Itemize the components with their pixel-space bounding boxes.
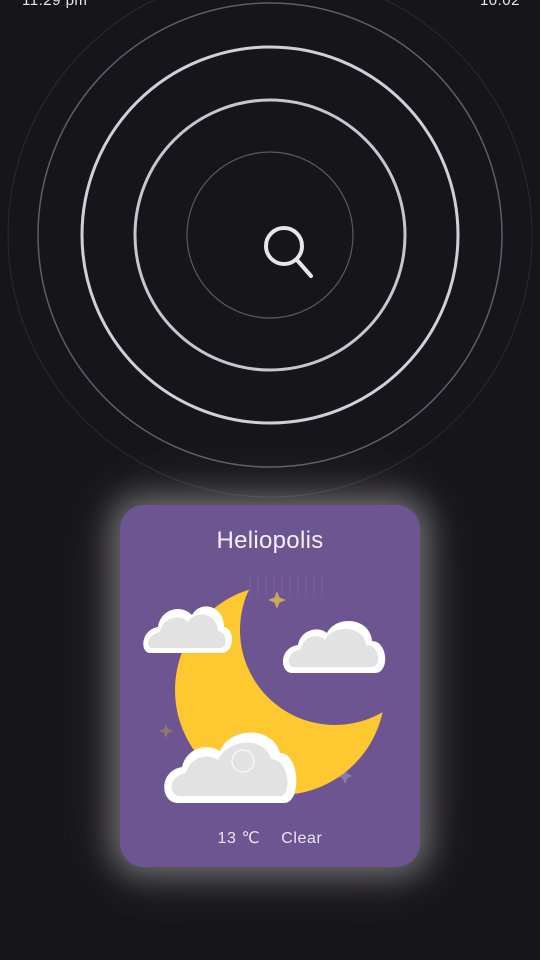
search-icon xyxy=(264,226,313,278)
cloud-icon xyxy=(143,606,233,653)
star-icon xyxy=(159,724,173,738)
search-button[interactable] xyxy=(250,218,320,288)
weather-card[interactable]: Heliopolis 13 ℃ Clear xyxy=(120,505,420,867)
weather-summary: 13 ℃ Clear xyxy=(120,828,420,848)
crescent-moon-with-clouds-icon xyxy=(143,575,386,803)
app-screen: 11:29 pm 10:02 Heliopolis 13 ℃ Clear xyxy=(0,0,540,960)
temperature-label: 13 ℃ xyxy=(217,830,261,847)
condition-label: Clear xyxy=(281,830,323,847)
city-name: Heliopolis xyxy=(216,527,324,554)
